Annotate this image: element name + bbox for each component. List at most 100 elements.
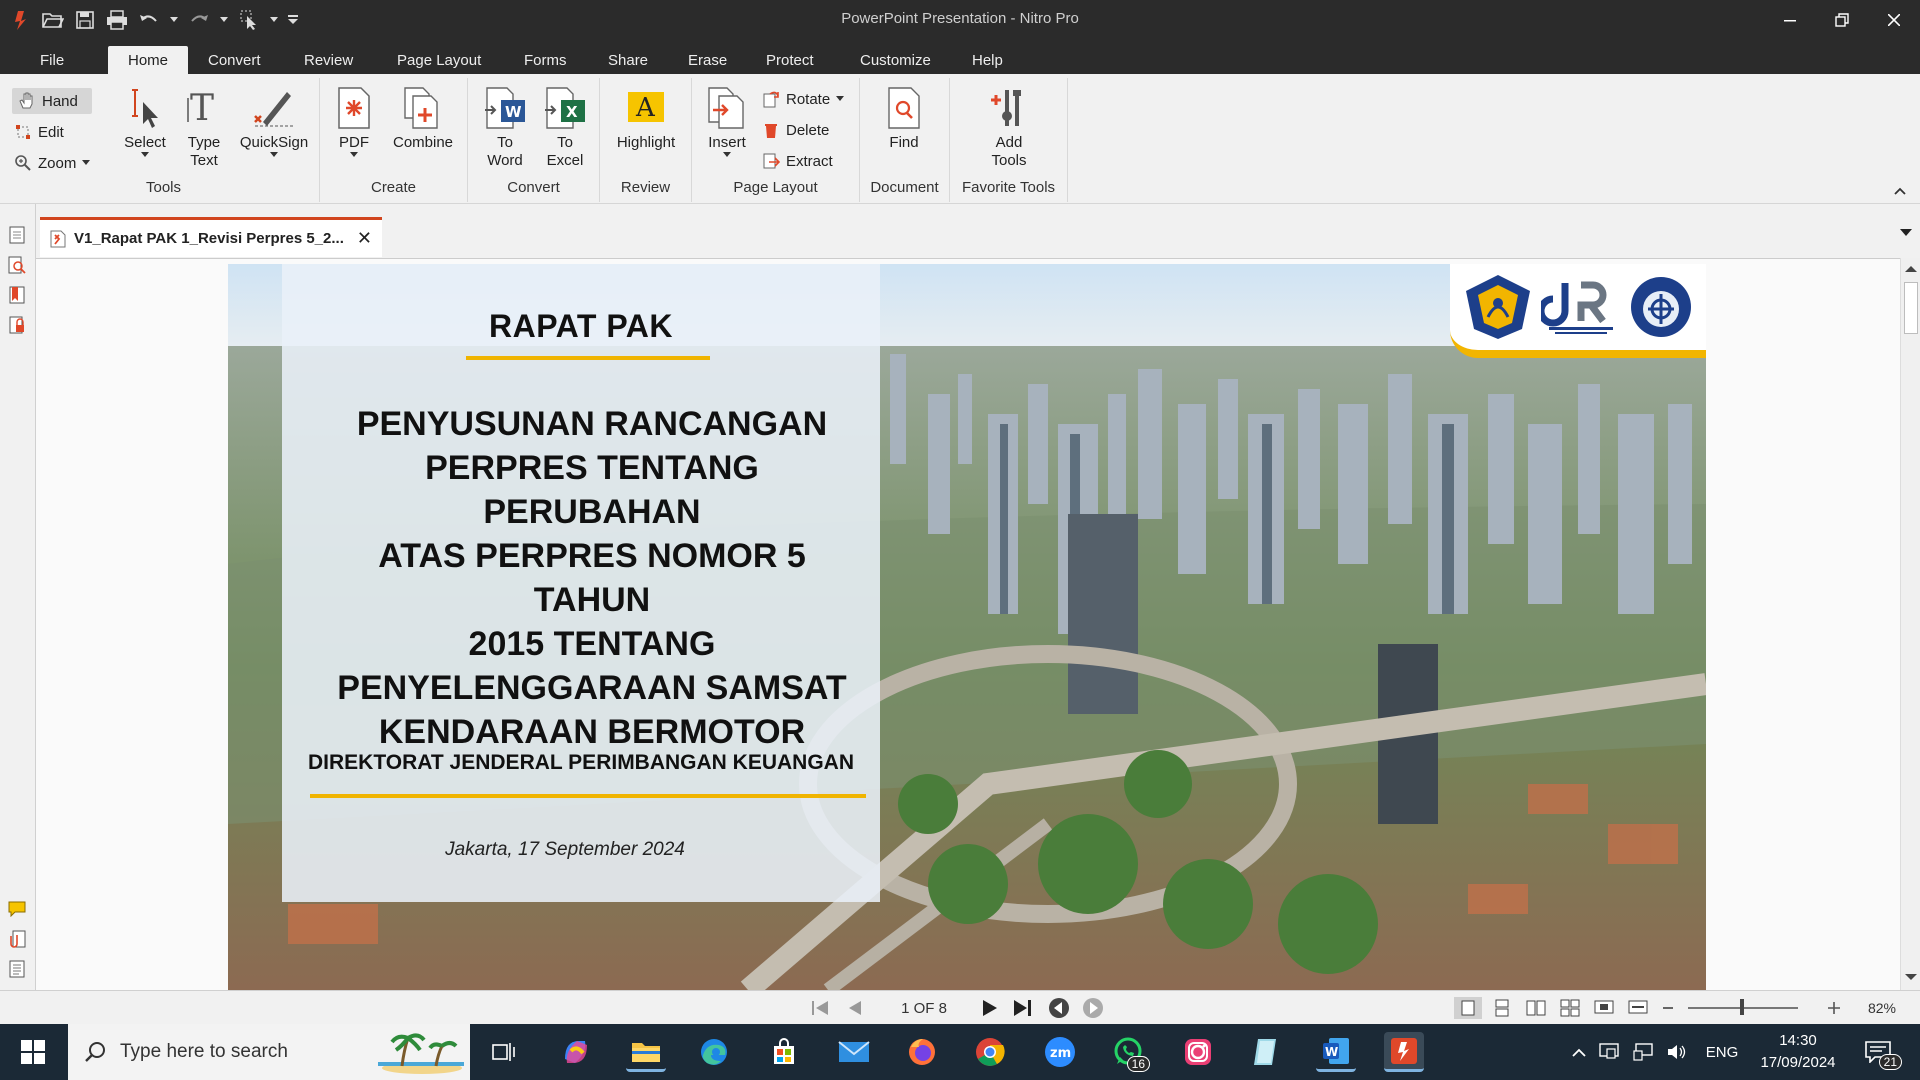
previous-view-icon[interactable] xyxy=(1046,997,1072,1019)
to-excel-button[interactable]: X To Excel xyxy=(540,86,590,170)
svg-text:W: W xyxy=(1325,1045,1338,1059)
next-page-icon[interactable] xyxy=(978,997,1002,1019)
minimize-icon[interactable] xyxy=(1764,0,1816,40)
tab-share[interactable]: Share xyxy=(594,46,662,74)
highlight-button[interactable]: A Highlight xyxy=(606,86,686,152)
attachments-panel-icon[interactable] xyxy=(6,928,28,950)
add-tools-button[interactable]: Add Tools xyxy=(974,86,1044,170)
fit-page-icon[interactable] xyxy=(1590,997,1618,1019)
file-explorer-icon[interactable] xyxy=(626,1032,666,1072)
security-panel-icon[interactable] xyxy=(6,314,28,336)
tab-help[interactable]: Help xyxy=(958,46,1017,74)
tab-convert[interactable]: Convert xyxy=(194,46,275,74)
zoom-in-icon[interactable] xyxy=(1826,997,1842,1019)
scroll-thumb[interactable] xyxy=(1904,282,1918,334)
search-panel-icon[interactable] xyxy=(6,254,28,276)
last-page-icon[interactable] xyxy=(1010,997,1036,1019)
title-underline xyxy=(466,356,710,360)
pdf-file-icon xyxy=(50,230,66,247)
heading-line-1: PENYUSUNAN RANCANGAN xyxy=(356,405,828,443)
start-button[interactable] xyxy=(0,1024,66,1080)
copilot-icon[interactable] xyxy=(556,1032,596,1072)
quicksign-icon xyxy=(254,92,293,127)
tab-page-layout[interactable]: Page Layout xyxy=(383,46,495,74)
page-indicator[interactable]: 1 OF 8 xyxy=(886,997,962,1019)
input-language[interactable]: ENG xyxy=(1694,1044,1750,1061)
previous-page-icon[interactable] xyxy=(842,997,866,1019)
rotate-button[interactable]: Rotate xyxy=(762,86,845,112)
document-tab[interactable]: V1_Rapat PAK 1_Revisi Perpres 5_2... ✕ xyxy=(40,217,382,257)
chrome-icon[interactable] xyxy=(970,1032,1010,1072)
microsoft-store-icon[interactable] xyxy=(764,1032,804,1072)
type-text-label-1: Type xyxy=(187,134,221,151)
single-page-view-icon[interactable] xyxy=(1454,997,1482,1019)
notification-center-icon[interactable]: 21 xyxy=(1858,1032,1902,1072)
select-button[interactable]: Select xyxy=(120,86,170,162)
to-word-button[interactable]: W To Word xyxy=(480,86,530,170)
output-panel-icon[interactable] xyxy=(6,958,28,980)
close-tab-icon[interactable]: ✕ xyxy=(357,228,372,249)
next-view-icon[interactable] xyxy=(1080,997,1106,1019)
scroll-down-icon[interactable] xyxy=(1905,972,1917,984)
facing-view-icon[interactable] xyxy=(1522,997,1550,1019)
trash-icon xyxy=(765,124,777,138)
zoom-dropdown-icon xyxy=(82,160,91,165)
insert-button[interactable]: Insert xyxy=(702,86,752,162)
volume-icon[interactable] xyxy=(1660,1044,1694,1060)
rotate-label: Rotate xyxy=(786,90,831,108)
instagram-icon[interactable] xyxy=(1178,1032,1218,1072)
restore-icon[interactable] xyxy=(1816,0,1868,40)
tab-list-dropdown-icon[interactable] xyxy=(1900,226,1912,240)
nitro-app-icon[interactable] xyxy=(1384,1032,1424,1072)
extract-button[interactable]: Extract xyxy=(762,148,833,174)
find-button[interactable]: Find xyxy=(874,86,934,152)
security-tray-icon[interactable] xyxy=(1592,1043,1626,1061)
word-app-icon[interactable]: W xyxy=(1316,1032,1356,1072)
tab-file[interactable]: File xyxy=(26,46,78,74)
collapse-ribbon-icon[interactable] xyxy=(1894,184,1906,198)
close-icon[interactable] xyxy=(1868,0,1920,40)
pages-panel-icon[interactable] xyxy=(6,224,28,246)
taskbar-clock[interactable]: 14:30 17/09/2024 xyxy=(1752,1030,1844,1074)
svg-text:W: W xyxy=(505,103,522,121)
zoom-button[interactable]: Zoom xyxy=(14,150,91,176)
bookmarks-panel-icon[interactable] xyxy=(6,284,28,306)
task-view-icon[interactable] xyxy=(484,1032,524,1072)
scroll-up-icon[interactable] xyxy=(1905,264,1917,276)
firefox-icon[interactable] xyxy=(902,1032,942,1072)
first-page-icon[interactable] xyxy=(808,997,832,1019)
type-text-button[interactable]: T Type Text xyxy=(182,86,226,170)
combine-button[interactable]: Combine xyxy=(388,86,458,152)
highlight-label: Highlight xyxy=(616,134,676,151)
tab-customize[interactable]: Customize xyxy=(846,46,945,74)
tab-review[interactable]: Review xyxy=(290,46,367,74)
vertical-scrollbar[interactable] xyxy=(1900,258,1920,990)
fit-width-icon[interactable] xyxy=(1624,997,1652,1019)
continuous-facing-view-icon[interactable] xyxy=(1556,997,1584,1019)
tab-forms[interactable]: Forms xyxy=(510,46,581,74)
excel-document-icon: X xyxy=(545,87,585,129)
tab-home[interactable]: Home xyxy=(108,46,188,74)
comments-panel-icon[interactable] xyxy=(6,898,28,920)
tab-erase[interactable]: Erase xyxy=(674,46,741,74)
delete-button[interactable]: Delete xyxy=(762,117,829,143)
zoom-out-icon[interactable] xyxy=(1660,997,1676,1019)
show-hidden-icons-icon[interactable] xyxy=(1566,1048,1592,1057)
zoom-slider-handle[interactable] xyxy=(1740,999,1744,1015)
svg-text:T: T xyxy=(190,88,214,129)
word-document-icon: W xyxy=(485,87,525,129)
edge-icon[interactable] xyxy=(694,1032,734,1072)
taskbar-search-box[interactable]: Type here to search xyxy=(68,1024,470,1080)
notes-app-icon[interactable] xyxy=(1246,1032,1286,1072)
mail-icon[interactable] xyxy=(834,1032,874,1072)
continuous-view-icon[interactable] xyxy=(1488,997,1516,1019)
whatsapp-icon[interactable]: 16 xyxy=(1108,1032,1150,1072)
zoom-app-icon[interactable]: zm xyxy=(1040,1032,1080,1072)
edit-button[interactable]: Edit xyxy=(14,119,64,145)
quicksign-button[interactable]: QuickSign xyxy=(234,86,314,162)
zoom-level[interactable]: 82% xyxy=(1858,997,1906,1019)
pdf-button[interactable]: PDF xyxy=(334,86,374,162)
network-icon[interactable] xyxy=(1626,1043,1660,1061)
tab-protect[interactable]: Protect xyxy=(752,46,828,74)
hand-button[interactable]: Hand xyxy=(12,88,92,114)
